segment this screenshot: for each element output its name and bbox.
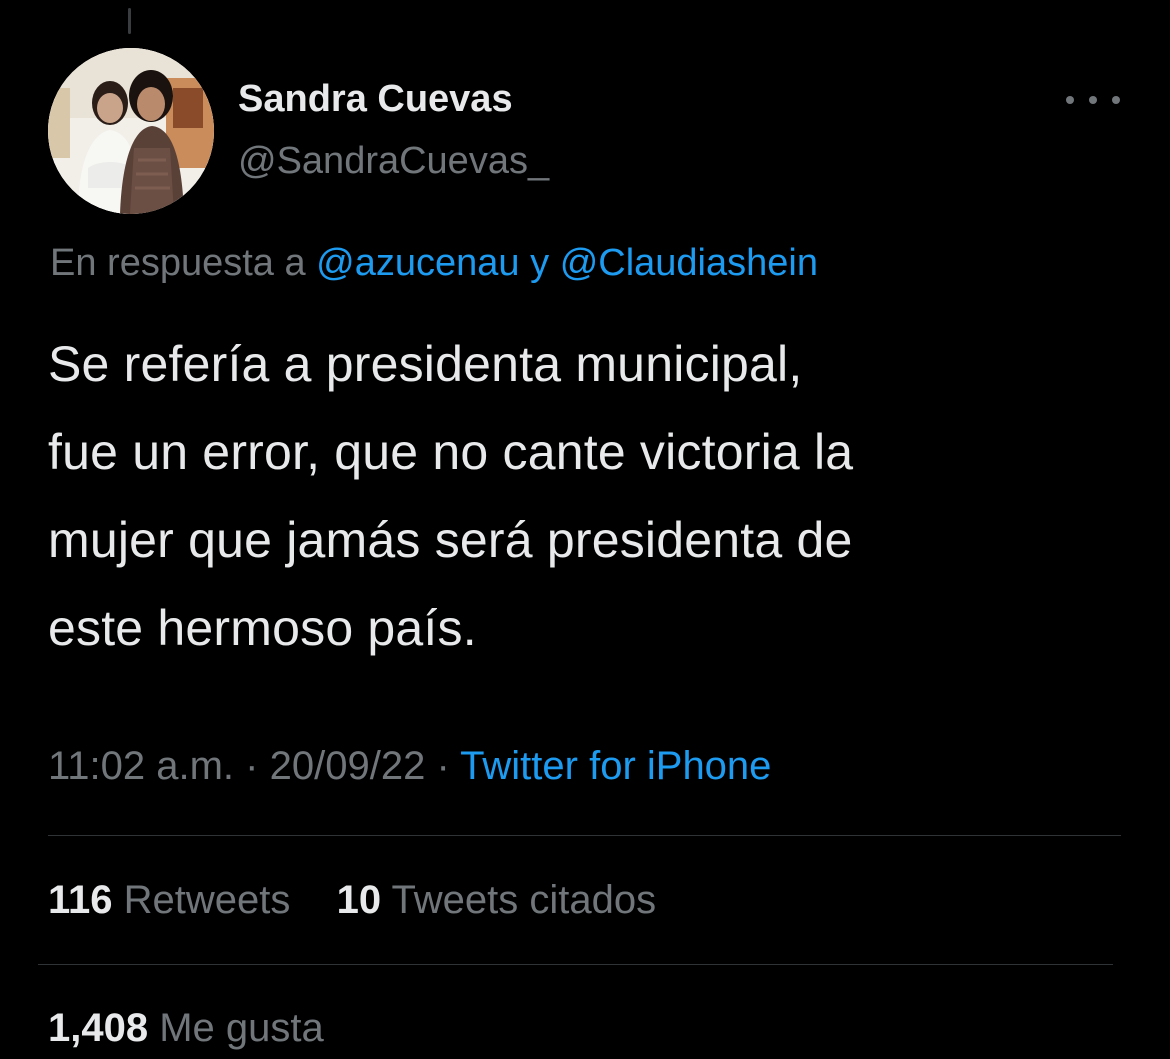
quote-tweets-label: Tweets citados [391, 878, 657, 922]
avatar[interactable] [48, 48, 214, 214]
more-dot [1112, 96, 1120, 104]
divider [48, 835, 1121, 836]
quote-tweets-stat[interactable]: 10 Tweets citados [326, 878, 657, 922]
more-dot [1066, 96, 1074, 104]
reply-mention-link[interactable]: @Claudiashein [560, 242, 818, 284]
likes-count: 1,408 [48, 1006, 149, 1050]
engagement-stats: 116 Retweets 10 Tweets citados [48, 878, 656, 923]
reply-context: En respuesta a @azucenau y @Claudiashein [50, 242, 818, 285]
avatar-photo [48, 48, 214, 214]
retweets-label: Retweets [123, 878, 291, 922]
retweets-count: 116 [48, 878, 113, 922]
reply-mention-link[interactable]: @azucenau [316, 242, 519, 284]
likes-stat[interactable]: 1,408 Me gusta [48, 1006, 324, 1051]
tweet-meta: 11:02 a.m. · 20/09/22 · Twitter for iPho… [48, 744, 771, 789]
reply-prefix: En respuesta a [50, 242, 306, 284]
tweet-detail: Sandra Cuevas @SandraCuevas_ En respuest… [0, 0, 1170, 1059]
meta-separator: · [245, 744, 259, 788]
retweets-stat[interactable]: 116 Retweets [48, 878, 302, 922]
more-horizontal-icon[interactable] [1066, 88, 1120, 112]
reply-conjunction: y [530, 242, 550, 284]
author-handle[interactable]: @SandraCuevas_ [238, 140, 549, 183]
tweet-date[interactable]: 20/09/22 [270, 744, 426, 788]
author-display-name[interactable]: Sandra Cuevas [238, 78, 513, 121]
meta-separator: · [436, 744, 450, 788]
tweet-time[interactable]: 11:02 a.m. [48, 744, 234, 788]
tweet-text: Se refería a presidenta municipal, fue u… [48, 336, 854, 656]
more-dot [1089, 96, 1097, 104]
quote-tweets-count: 10 [336, 878, 382, 922]
likes-label: Me gusta [159, 1006, 324, 1050]
tweet-source-link[interactable]: Twitter for iPhone [460, 744, 771, 788]
divider [38, 964, 1113, 965]
